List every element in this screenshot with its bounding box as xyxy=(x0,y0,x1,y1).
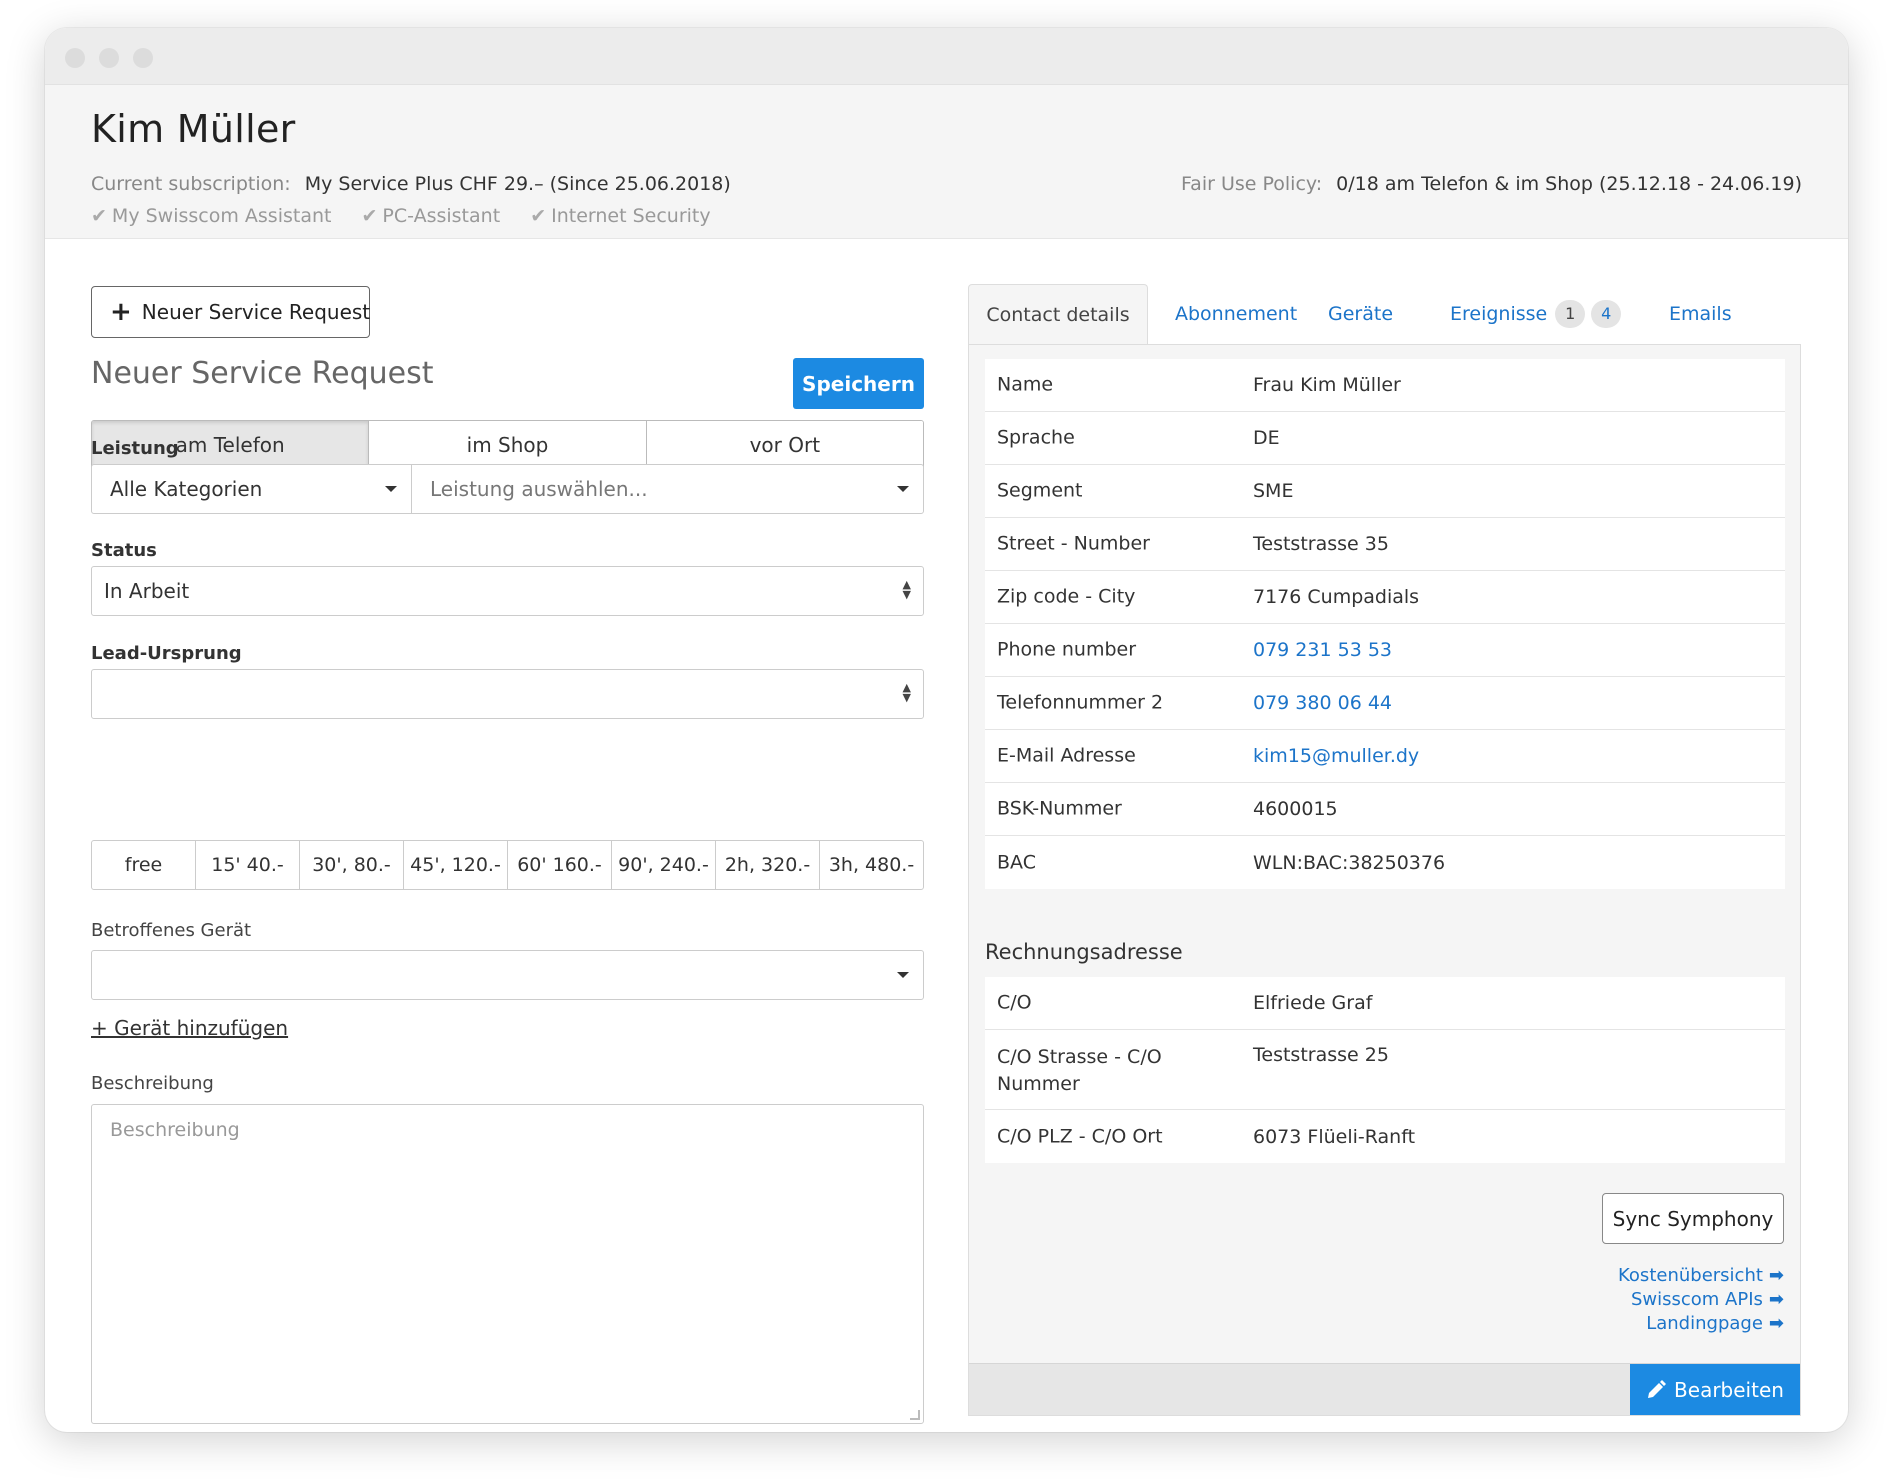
lead-origin-select[interactable]: ▲ ▼ xyxy=(91,669,924,719)
table-row: E-Mail Adresse kim15@muller.dy xyxy=(985,730,1785,783)
price-option-45[interactable]: 45', 120.- xyxy=(404,841,508,889)
close-window-button[interactable] xyxy=(65,48,85,68)
tab-contact-details[interactable]: Contact details xyxy=(968,284,1148,344)
tab-abonnement[interactable]: Abonnement xyxy=(1175,284,1297,344)
table-row: Segment SME xyxy=(985,465,1785,518)
table-row: BSK-Nummer 4600015 xyxy=(985,783,1785,836)
arrow-right-icon: ➡ xyxy=(1768,1265,1784,1286)
price-option-free[interactable]: free xyxy=(92,841,196,889)
table-row: C/O Strasse - C/O Nummer Teststrasse 25 xyxy=(985,1030,1785,1110)
device-label: Betroffenes Gerät xyxy=(91,920,252,941)
description-textarea[interactable]: Beschreibung xyxy=(91,1104,924,1424)
device-select[interactable] xyxy=(91,950,924,1000)
customer-header: Kim Müller Current subscription: My Servi… xyxy=(45,85,1848,239)
events-badge: 4 xyxy=(1591,300,1622,328)
sync-symphony-button[interactable]: Sync Symphony xyxy=(1602,1193,1784,1244)
new-service-request-button[interactable]: + Neuer Service Request xyxy=(91,286,370,338)
resize-handle-icon[interactable] xyxy=(910,1410,920,1420)
swisscom-apis-link[interactable]: Swisscom APIs ➡ xyxy=(1618,1288,1784,1312)
chevron-down-icon xyxy=(897,972,909,978)
panel-footer: Bearbeiten xyxy=(969,1363,1800,1415)
service-select[interactable]: Leistung auswählen... xyxy=(411,464,924,514)
check-icon: ✔ xyxy=(530,205,547,227)
addon-item: ✔ My Swisscom Assistant xyxy=(91,205,332,227)
minimize-window-button[interactable] xyxy=(99,48,119,68)
add-device-link[interactable]: + Gerät hinzufügen xyxy=(91,1016,288,1040)
maximize-window-button[interactable] xyxy=(133,48,153,68)
channel-shop-button[interactable]: im Shop xyxy=(369,421,647,469)
price-option-2h[interactable]: 2h, 320.- xyxy=(716,841,820,889)
cost-overview-link[interactable]: Kostenübersicht ➡ xyxy=(1618,1264,1784,1288)
table-row: Sprache DE xyxy=(985,412,1785,465)
tab-emails[interactable]: Emails xyxy=(1669,284,1732,344)
table-row: C/O Elfriede Graf xyxy=(985,977,1785,1030)
form-title: Neuer Service Request xyxy=(91,356,434,391)
external-links: Kostenübersicht ➡ Swisscom APIs ➡ Landingp… xyxy=(1618,1264,1784,1336)
pencil-icon xyxy=(1648,1380,1667,1398)
price-options: free 15' 40.- 30', 80.- 45', 120.- 60' 1… xyxy=(91,840,924,890)
customer-name: Kim Müller xyxy=(91,107,296,151)
arrow-right-icon: ➡ xyxy=(1768,1289,1784,1310)
addon-item: ✔ Internet Security xyxy=(530,205,711,227)
phone-link[interactable]: 079 231 53 53 xyxy=(1253,639,1392,661)
window-titlebar xyxy=(45,28,1848,85)
table-row: Telefonnummer 2 079 380 06 44 xyxy=(985,677,1785,730)
arrow-right-icon: ➡ xyxy=(1768,1313,1784,1334)
plus-icon: + xyxy=(110,297,132,327)
channel-onsite-button[interactable]: vor Ort xyxy=(646,421,923,469)
category-select[interactable]: Alle Kategorien xyxy=(91,464,412,514)
addon-list: ✔ My Swisscom Assistant ✔ PC-Assistant ✔ In… xyxy=(91,205,735,227)
save-button[interactable]: Speichern xyxy=(793,358,924,409)
description-label: Beschreibung xyxy=(91,1073,214,1094)
billing-table: C/O Elfriede Graf C/O Strasse - C/O Numme… xyxy=(985,977,1785,1163)
chevron-down-icon xyxy=(897,486,909,492)
contact-table: Name Frau Kim Müller Sprache DE Segment SME… xyxy=(985,359,1785,889)
price-option-15[interactable]: 15' 40.- xyxy=(196,841,300,889)
price-option-90[interactable]: 90', 240.- xyxy=(612,841,716,889)
sort-arrows-icon: ▲ ▼ xyxy=(902,578,911,601)
table-row: BAC WLN:BAC:38250376 xyxy=(997,851,1446,874)
table-row: C/O PLZ - C/O Ort 6073 Flüeli-Ranft xyxy=(997,1125,1416,1148)
email-link[interactable]: kim15@muller.dy xyxy=(1253,745,1419,767)
chevron-down-icon xyxy=(385,486,397,492)
fair-use-label: Fair Use Policy: xyxy=(1181,173,1323,195)
contact-details-panel: Name Frau Kim Müller Sprache DE Segment SME… xyxy=(968,344,1801,1416)
billing-address-title: Rechnungsadresse xyxy=(985,940,1183,964)
price-option-30[interactable]: 30', 80.- xyxy=(300,841,404,889)
price-option-3h[interactable]: 3h, 480.- xyxy=(820,841,923,889)
check-icon: ✔ xyxy=(91,205,107,227)
table-row: Phone number 079 231 53 53 xyxy=(985,624,1785,677)
detail-tabs: Contact details Abonnement Geräte Ereign… xyxy=(968,284,1801,344)
sort-arrows-icon: ▲ ▼ xyxy=(902,681,911,704)
subscription-value: My Service Plus CHF 29.– (Since 25.06.20… xyxy=(304,173,731,195)
table-row: Street - Number Teststrasse 35 xyxy=(985,518,1785,571)
status-label: Status xyxy=(91,540,157,561)
table-row: Zip code - City 7176 Cumpadials xyxy=(985,571,1785,624)
price-option-60[interactable]: 60' 160.- xyxy=(508,841,612,889)
check-icon: ✔ xyxy=(361,205,378,227)
lead-origin-label: Lead-Ursprung xyxy=(91,643,242,664)
table-row: Name Frau Kim Müller xyxy=(985,359,1785,412)
tab-ereignisse[interactable]: Ereignisse 1 4 xyxy=(1450,284,1622,344)
tab-geraete[interactable]: Geräte xyxy=(1328,284,1393,344)
phone-2-link[interactable]: 079 380 06 44 xyxy=(1253,692,1392,714)
status-select[interactable]: In Arbeit ▲ ▼ xyxy=(91,566,924,616)
edit-button[interactable]: Bearbeiten xyxy=(1630,1364,1800,1415)
fair-use-value: 0/18 am Telefon & im Shop (25.12.18 - 24… xyxy=(1336,173,1802,195)
channel-toggle: am Telefon im Shop vor Ort xyxy=(91,420,924,470)
app-window: Kim Müller Current subscription: My Servi… xyxy=(45,28,1848,1432)
events-badge: 1 xyxy=(1555,300,1586,328)
landingpage-link[interactable]: Landingpage ➡ xyxy=(1618,1312,1784,1336)
subscription-line: Current subscription: My Service Plus CHF… xyxy=(91,173,731,195)
fair-use-policy: Fair Use Policy: 0/18 am Telefon & im Sho… xyxy=(1181,173,1802,195)
leistung-label: Leistung xyxy=(91,438,179,459)
subscription-label: Current subscription: xyxy=(91,173,291,195)
addon-item: ✔ PC-Assistant xyxy=(361,205,501,227)
